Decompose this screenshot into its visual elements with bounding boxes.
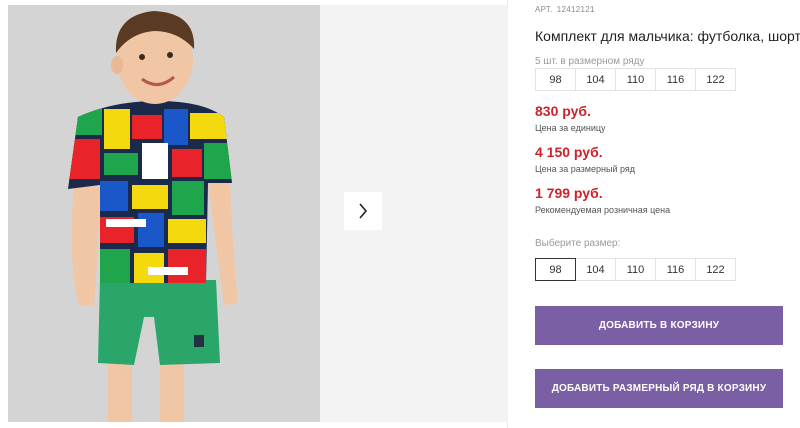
size-picker: 98 104 110 116 122 — [535, 258, 736, 281]
article-label: АРТ. — [535, 5, 553, 14]
retail-price-note: Рекомендуемая розничная цена — [535, 205, 671, 215]
article-number: АРТ. 12412121 — [535, 5, 599, 14]
series-size: 122 — [695, 68, 736, 91]
add-to-cart-button[interactable]: ДОБАВИТЬ В КОРЗИНУ — [535, 306, 783, 345]
series-price: 4 150 руб. — [535, 144, 603, 160]
boy-illustration — [8, 5, 320, 422]
chevron-right-icon — [359, 203, 368, 219]
series-size: 110 — [615, 68, 656, 91]
size-option[interactable]: 122 — [695, 258, 736, 281]
series-size: 116 — [655, 68, 696, 91]
series-label: 5 шт. в размерном ряду — [535, 56, 645, 67]
series-size: 104 — [575, 68, 616, 91]
retail-price: 1 799 руб. — [535, 185, 603, 201]
product-gallery — [0, 0, 508, 428]
product-details: АРТ. 12412121 Комплект для мальчика: футб… — [535, 0, 800, 428]
unit-price-note: Цена за единицу — [535, 123, 606, 133]
gallery-next-button[interactable] — [344, 192, 382, 230]
size-option[interactable]: 104 — [575, 258, 616, 281]
size-option[interactable]: 116 — [655, 258, 696, 281]
size-option[interactable]: 110 — [615, 258, 656, 281]
article-value: 12412121 — [556, 5, 595, 14]
size-picker-label: Выберите размер: — [535, 238, 621, 249]
product-photo[interactable] — [8, 5, 320, 422]
series-price-note: Цена за размерный ряд — [535, 164, 636, 174]
size-option-selected[interactable]: 98 — [535, 258, 576, 281]
series-size: 98 — [535, 68, 576, 91]
series-sizes: 98 104 110 116 122 — [535, 68, 736, 91]
product-title: Комплект для мальчика: футболка, шорты — [535, 28, 800, 44]
unit-price: 830 руб. — [535, 103, 591, 119]
add-series-to-cart-button[interactable]: ДОБАВИТЬ РАЗМЕРНЫЙ РЯД В КОРЗИНУ — [535, 369, 783, 408]
